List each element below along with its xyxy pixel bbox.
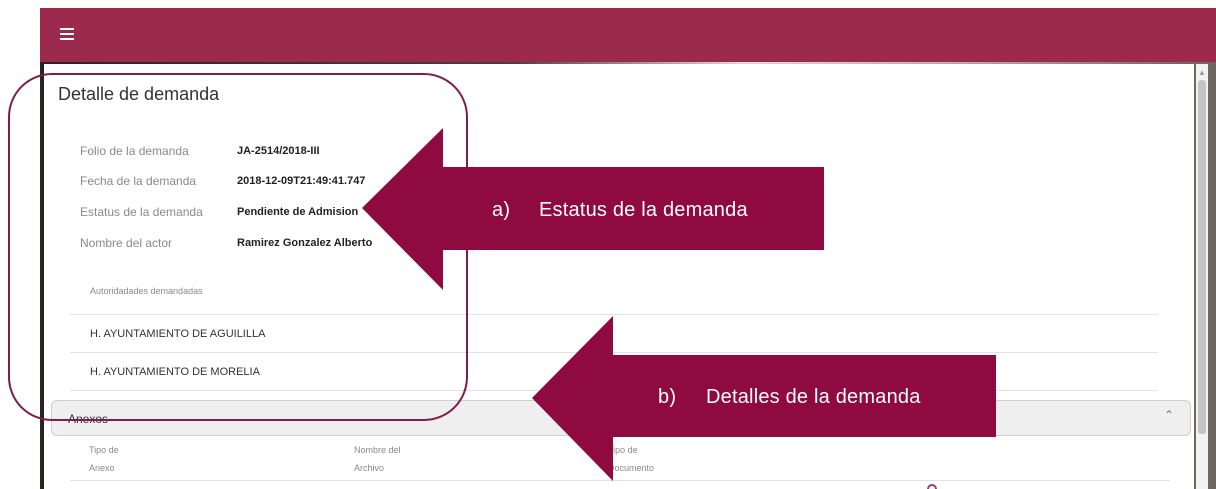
cursor-indicator <box>927 484 937 489</box>
annotation-a-text: Estatus de la demanda <box>539 199 748 221</box>
annotation-a-letter: a) <box>492 199 511 221</box>
annotation-b-letter: b) <box>658 386 677 408</box>
annotation-arrows <box>362 128 996 481</box>
annotation-b-text: Detalles de la demanda <box>706 386 921 408</box>
app-frame: Detalle de demanda Folio de la demanda J… <box>0 0 1216 489</box>
